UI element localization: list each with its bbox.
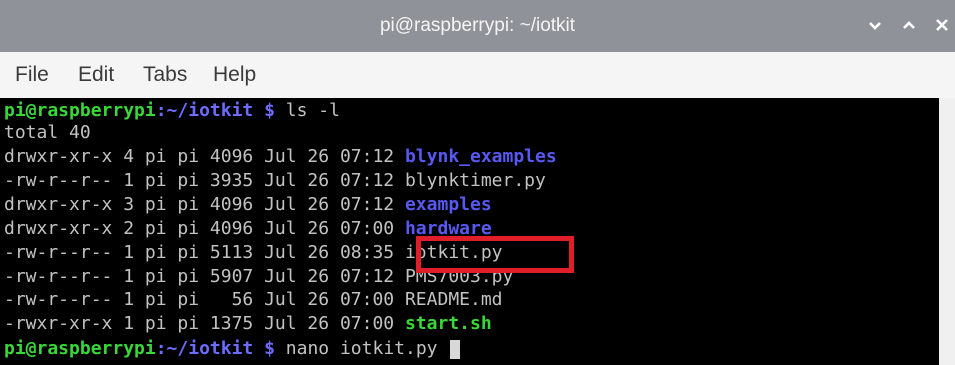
entry-name-file: README.md <box>404 289 503 310</box>
entry-meta: drwxr-xr-x 4 pi pi 4096 Jul 26 07:12 <box>4 146 405 167</box>
prompt-line-2: pi@raspberrypi:~/iotkit $ nano iotkit.py <box>4 338 461 360</box>
window-title: pi@raspberrypi: ~/iotkit <box>379 15 576 36</box>
window-titlebar[interactable]: pi@raspberrypi: ~/iotkit <box>0 0 955 52</box>
total-line: total 40 <box>4 122 91 143</box>
entry-meta: drwxr-xr-x 3 pi pi 4096 Jul 26 07:12 <box>4 194 405 215</box>
entry-meta: -rw-r--r-- 1 pi pi 5113 Jul 26 08:35 <box>4 242 405 263</box>
entry-name-dir: blynk_examples <box>404 146 557 167</box>
terminal-scrollbar[interactable] <box>939 98 955 365</box>
menu-help[interactable]: Help <box>213 52 256 98</box>
chevron-up-icon[interactable] <box>898 14 920 36</box>
terminal-output[interactable]: pi@raspberrypi:~/iotkit $ ls -l total 40… <box>0 98 939 365</box>
prompt-user: pi@raspberrypi <box>4 100 156 121</box>
prompt-user: pi@raspberrypi <box>4 338 156 359</box>
chevron-down-icon[interactable] <box>864 14 886 36</box>
list-item: drwxr-xr-x 4 pi pi 4096 Jul 26 07:12 bly… <box>4 146 557 168</box>
command-ls: ls -l <box>274 100 340 121</box>
list-item: -rwxr-xr-x 1 pi pi 1375 Jul 26 07:00 sta… <box>4 313 492 335</box>
highlight-box <box>416 236 574 273</box>
entry-name-dir: examples <box>404 194 492 215</box>
prompt-path: :~/iotkit <box>155 338 254 359</box>
menu-bar: File Edit Tabs Help <box>0 52 955 98</box>
entry-meta: -rw-r--r-- 1 pi pi 56 Jul 26 07:00 <box>4 289 405 310</box>
list-item: -rw-r--r-- 1 pi pi 3935 Jul 26 07:12 bly… <box>4 170 546 192</box>
entry-name-exec: start.sh <box>404 313 492 334</box>
list-item: -rw-r--r-- 1 pi pi 56 Jul 26 07:00 READM… <box>4 289 503 311</box>
entry-meta: -rw-r--r-- 1 pi pi 5907 Jul 26 07:12 <box>4 266 405 287</box>
prompt-path: :~/iotkit <box>155 100 254 121</box>
command-nano: nano iotkit.py <box>274 338 449 359</box>
menu-tabs[interactable]: Tabs <box>143 52 187 98</box>
prompt-symbol: $ <box>253 100 275 121</box>
entry-meta: -rwxr-xr-x 1 pi pi 1375 Jul 26 07:00 <box>4 313 405 334</box>
prompt-symbol: $ <box>253 338 275 359</box>
entry-meta: -rw-r--r-- 1 pi pi 3935 Jul 26 07:12 <box>4 170 405 191</box>
text-cursor <box>450 339 461 359</box>
list-item: drwxr-xr-x 3 pi pi 4096 Jul 26 07:12 exa… <box>4 194 492 216</box>
menu-edit[interactable]: Edit <box>78 52 114 98</box>
prompt-line-1: pi@raspberrypi:~/iotkit $ ls -l <box>4 100 340 122</box>
close-icon[interactable] <box>931 14 953 36</box>
entry-name-file: blynktimer.py <box>404 170 546 191</box>
entry-meta: drwxr-xr-x 2 pi pi 4096 Jul 26 07:00 <box>4 218 405 239</box>
menu-file[interactable]: File <box>15 52 49 98</box>
